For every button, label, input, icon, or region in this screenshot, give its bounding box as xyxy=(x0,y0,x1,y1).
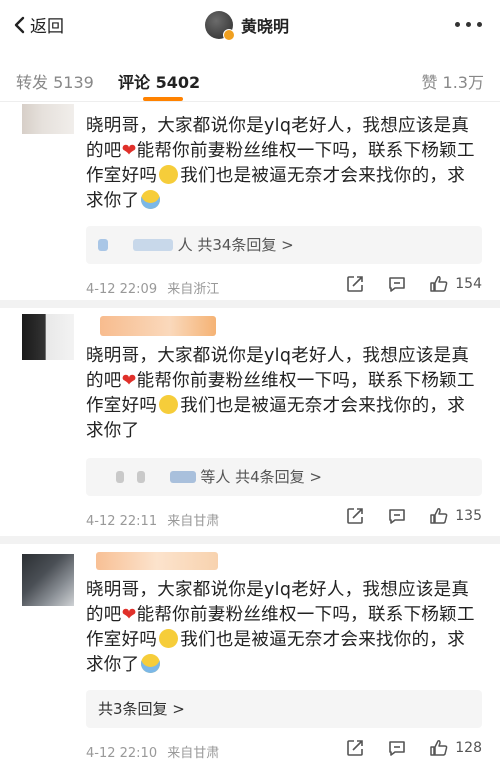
comment-actions: 154 xyxy=(323,274,482,294)
like-count: 128 xyxy=(455,740,482,756)
comment-icon[interactable] xyxy=(387,738,407,758)
eye-roll-emoji-icon xyxy=(159,629,179,648)
heart-emoji-icon: ❤ xyxy=(121,371,137,391)
comment-meta: 4-12 22:09 来自浙江 xyxy=(86,278,219,297)
tab-repost[interactable]: 转发 5139 xyxy=(16,69,94,93)
reply-summary-label: 共3条回复 > xyxy=(98,700,185,718)
nav-user[interactable]: 黄晓明 xyxy=(205,11,290,41)
page-title: 黄晓明 xyxy=(241,17,290,36)
tab-like[interactable]: 赞 1.3万 xyxy=(421,69,484,93)
comment-actions: 128 xyxy=(323,738,482,758)
tab-active-indicator xyxy=(143,97,183,101)
like-icon[interactable] xyxy=(429,738,449,758)
blurred-username xyxy=(96,552,218,570)
reply-summary[interactable]: 人 共34条回复 > xyxy=(86,226,482,264)
share-icon[interactable] xyxy=(345,506,365,526)
comment-source: 来自甘肃 xyxy=(167,746,220,761)
top-nav: 返回 黄晓明 xyxy=(0,0,500,52)
verified-badge-icon xyxy=(223,29,235,41)
back-label: 返回 xyxy=(30,17,64,37)
comment-text: 晓明哥，大家都说你是ylq老好人，我想应该是真的吧❤能帮你前妻粉丝维权一下吗，联… xyxy=(86,580,475,675)
crying-emoji-icon xyxy=(141,654,161,673)
comment-source: 来自甘肃 xyxy=(167,514,220,529)
comment-source: 来自浙江 xyxy=(167,282,220,297)
comment-icon[interactable] xyxy=(387,274,407,294)
comment-icon[interactable] xyxy=(387,506,407,526)
divider xyxy=(0,300,500,308)
comment-actions: 135 xyxy=(323,506,482,526)
avatar[interactable] xyxy=(22,554,74,606)
comment-item: 晓明哥，大家都说你是ylq老好人，我想应该是真的吧❤能帮你前妻粉丝维权一下吗，联… xyxy=(0,544,500,773)
tab-bar: 转发 5139 评论 5402 赞 1.3万 xyxy=(0,52,500,102)
heart-emoji-icon: ❤ xyxy=(121,141,137,161)
eye-roll-emoji-icon xyxy=(159,395,179,414)
comment-text: 晓明哥，大家都说你是ylq老好人，我想应该是真的吧❤能帮你前妻粉丝维权一下吗，联… xyxy=(86,346,475,441)
reply-summary[interactable]: 共3条回复 > xyxy=(86,690,482,728)
like-icon[interactable] xyxy=(429,274,449,294)
blurred-username xyxy=(100,316,216,336)
reply-summary[interactable]: 等人 共4条回复 > xyxy=(86,458,482,496)
share-icon[interactable] xyxy=(345,274,365,294)
comment-time: 4-12 22:09 xyxy=(86,282,158,297)
like-count: 135 xyxy=(455,508,482,524)
comment-item: 晓明哥，大家都说你是ylq老好人，我想应该是真的吧❤能帮你前妻粉丝维权一下吗，联… xyxy=(0,308,500,536)
more-icon[interactable] xyxy=(455,22,482,27)
back-button[interactable]: 返回 xyxy=(12,12,64,37)
back-arrow-icon xyxy=(14,16,25,33)
eye-roll-emoji-icon xyxy=(159,165,179,184)
like-icon[interactable] xyxy=(429,506,449,526)
avatar[interactable] xyxy=(22,314,74,360)
crying-emoji-icon xyxy=(141,190,161,209)
heart-emoji-icon: ❤ xyxy=(121,605,137,625)
comment-item: 晓明哥，大家都说你是ylq老好人，我想应该是真的吧❤能帮你前妻粉丝维权一下吗，联… xyxy=(0,102,500,300)
tab-comment[interactable]: 评论 5402 xyxy=(118,69,200,93)
avatar[interactable] xyxy=(205,11,235,41)
reply-summary-label: 人 共34条回复 > xyxy=(177,236,294,254)
reply-summary-label: 等人 共4条回复 > xyxy=(200,468,322,486)
comment-time: 4-12 22:11 xyxy=(86,514,158,529)
comment-time: 4-12 22:10 xyxy=(86,746,158,761)
share-icon[interactable] xyxy=(345,738,365,758)
avatar[interactable] xyxy=(22,104,74,134)
divider xyxy=(0,536,500,544)
like-count: 154 xyxy=(455,276,482,292)
comment-meta: 4-12 22:11 来自甘肃 xyxy=(86,510,219,529)
comment-meta: 4-12 22:10 来自甘肃 xyxy=(86,742,219,761)
comment-text: 晓明哥，大家都说你是ylq老好人，我想应该是真的吧❤能帮你前妻粉丝维权一下吗，联… xyxy=(86,116,475,211)
